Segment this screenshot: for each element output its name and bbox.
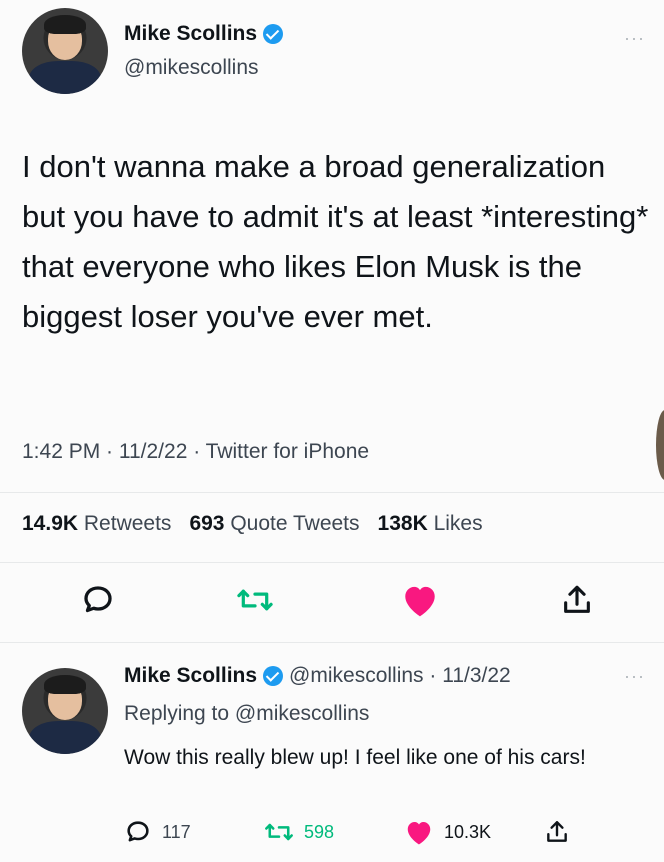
avatar-shirt xyxy=(28,721,102,754)
verified-badge-icon xyxy=(263,24,284,44)
quotes-stat[interactable]: 693 Quote Tweets xyxy=(189,512,359,536)
retweets-stat[interactable]: 14.9K Retweets xyxy=(22,512,171,536)
reply-header-row: Mike Scollins @mikescollins · 11/3/22 xyxy=(124,664,511,688)
tweet-text: I don't wanna make a broad generalizatio… xyxy=(22,149,649,334)
divider-stats-actions xyxy=(0,562,664,563)
reply-button[interactable] xyxy=(80,582,116,618)
cropped-edge-object xyxy=(656,410,664,480)
divider-top-stats xyxy=(0,492,664,493)
reply-retweet-button[interactable]: 598 xyxy=(264,818,334,846)
author-handle-row: @mikescollins xyxy=(124,56,259,80)
likes-count: 138K xyxy=(377,512,428,535)
more-options-icon[interactable]: ··· xyxy=(624,28,645,49)
retweets-count: 14.9K xyxy=(22,512,79,535)
reply-like-button[interactable]: 10.3K xyxy=(404,818,491,846)
verified-badge-icon xyxy=(263,666,284,686)
quotes-count: 693 xyxy=(189,512,225,535)
retweets-label: Retweets xyxy=(83,512,172,535)
reply-retweet-count: 598 xyxy=(304,821,335,842)
avatar-hair xyxy=(44,674,86,694)
author-name[interactable]: Mike Scollins xyxy=(124,22,257,46)
reply-more-options-icon[interactable]: ··· xyxy=(624,666,645,687)
replying-to-handle[interactable]: @mikescollins xyxy=(235,702,370,725)
replying-to-label: Replying to xyxy=(124,702,235,725)
retweet-icon xyxy=(237,589,273,611)
likes-label: Likes xyxy=(433,512,483,535)
reply-author-name[interactable]: Mike Scollins xyxy=(124,664,257,688)
author-handle[interactable]: @mikescollins xyxy=(124,56,259,80)
quotes-label: Quote Tweets xyxy=(230,512,360,535)
tweet-stats: 14.9K Retweets 693 Quote Tweets 138K Lik… xyxy=(22,512,483,536)
likes-stat[interactable]: 138K Likes xyxy=(378,512,483,536)
author-name-row: Mike Scollins xyxy=(124,22,284,46)
heart-icon xyxy=(407,822,431,845)
share-button[interactable] xyxy=(560,582,594,618)
like-button[interactable] xyxy=(400,582,440,618)
author-avatar[interactable] xyxy=(22,8,108,94)
tweet-meta: 1:42 PM · 11/2/22 · Twitter for iPhone xyxy=(22,440,370,463)
retweet-button[interactable] xyxy=(236,582,274,618)
avatar-hair xyxy=(44,14,86,34)
avatar-shirt xyxy=(28,61,102,94)
tweet-action-bar xyxy=(0,582,664,626)
reply-like-count: 10.3K xyxy=(444,821,492,842)
heart-icon xyxy=(405,586,435,617)
reply-reply-count: 117 xyxy=(162,821,191,842)
reply-author-avatar[interactable] xyxy=(22,668,108,754)
reply-action-bar: 117 598 10.3K xyxy=(124,818,644,850)
reply-share-button[interactable] xyxy=(544,818,570,846)
share-icon xyxy=(547,821,567,842)
reply-icon xyxy=(127,821,149,842)
share-icon xyxy=(564,585,590,613)
reply-icon xyxy=(84,586,112,613)
replying-to-line: Replying to @mikescollins xyxy=(124,702,369,726)
reply-text: Wow this really blew up! I feel like one… xyxy=(124,746,586,769)
tweet-page: Mike Scollins @mikescollins ··· I don't … xyxy=(0,0,664,862)
divider-actions-reply xyxy=(0,642,664,643)
reply-reply-button[interactable]: 117 xyxy=(124,818,191,846)
retweet-icon xyxy=(265,823,293,841)
reply-handle-date[interactable]: @mikescollins · 11/3/22 xyxy=(289,664,511,688)
